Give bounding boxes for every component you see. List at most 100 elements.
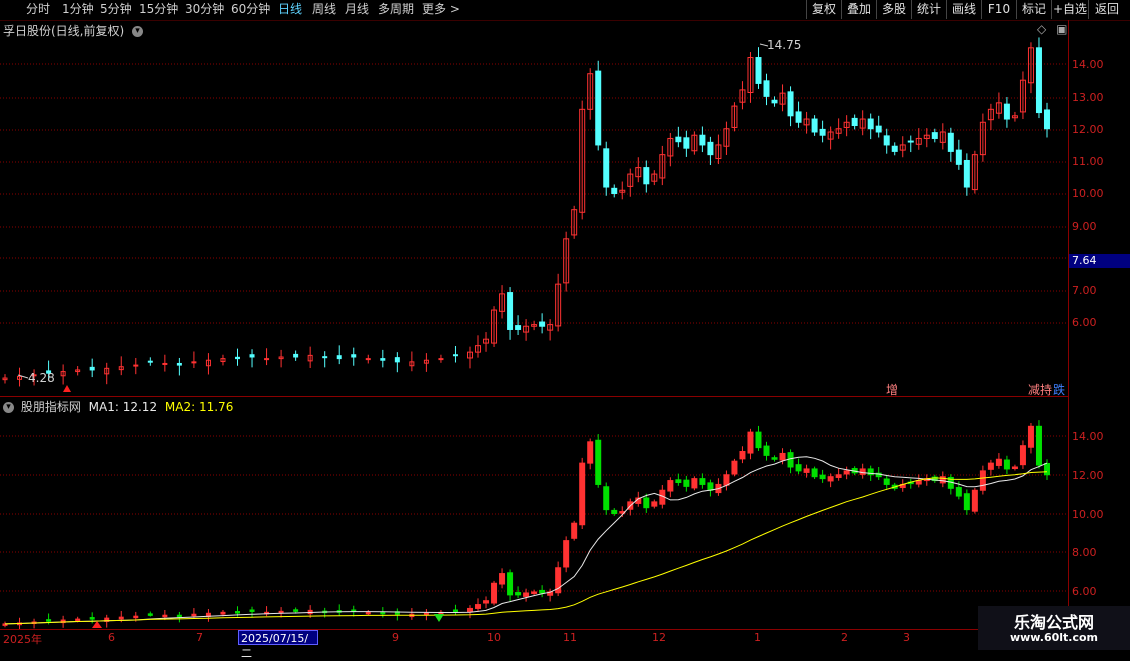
ind-candle-body — [89, 617, 95, 620]
ind-candle-body — [162, 614, 168, 618]
ind-candle-body — [293, 609, 299, 612]
ind-candle-body — [515, 592, 522, 596]
cursor-date-label: 2025/07/15/二 — [238, 630, 318, 660]
candle-body — [595, 70, 602, 146]
ind-candle-body — [1043, 463, 1050, 476]
candle-body — [875, 125, 882, 133]
x-label: 7 — [196, 631, 203, 644]
ind-candle-body — [491, 582, 498, 604]
ind-candle-body — [827, 476, 834, 482]
ind-candle-body — [499, 573, 506, 585]
ind-candle-body — [611, 509, 618, 514]
candle-body — [795, 111, 802, 123]
ind-candle-body — [819, 474, 826, 480]
x-label: 6 — [108, 631, 115, 644]
candle-body — [891, 145, 898, 152]
ind-candle-body — [651, 501, 658, 507]
candle-body — [1035, 47, 1042, 114]
ind-candle-body — [683, 479, 690, 487]
ind-candle-body — [235, 611, 240, 614]
ind-candle-body — [795, 464, 802, 472]
candle-body — [515, 325, 522, 330]
ind-candle-body — [1003, 459, 1010, 470]
ind-candle-body — [191, 613, 197, 617]
candle-body — [811, 118, 818, 133]
sell-arrow-icon — [434, 614, 444, 622]
candle-body — [611, 187, 618, 195]
ind-candle-body — [979, 470, 986, 491]
candle-body — [787, 91, 794, 117]
ind-candle-body — [667, 480, 674, 492]
ind-candle-body — [987, 462, 994, 470]
candle-body — [955, 149, 962, 165]
candle-body — [133, 364, 139, 367]
ind-candle-body — [483, 600, 490, 604]
candle-body — [452, 354, 458, 357]
buy-arrow-icon — [92, 621, 102, 628]
ind-candle-body — [603, 486, 610, 511]
drop-marker: 跌 — [1053, 383, 1066, 397]
ind-candle-body — [571, 522, 578, 539]
increase-marker: 增 — [886, 383, 899, 397]
ind-candle-body — [859, 468, 866, 475]
ind-candle-body — [963, 493, 970, 511]
ind-candle-body — [1011, 466, 1018, 469]
ind-candle-body — [731, 460, 738, 475]
candle-body — [380, 358, 386, 361]
x-label: 2025年 — [3, 633, 42, 646]
ind-candle-body — [1035, 425, 1042, 466]
ind-candle-body — [763, 445, 770, 456]
ind-candle-body — [452, 609, 458, 612]
ind-candle-body — [995, 458, 1002, 466]
candle-body — [162, 362, 168, 365]
candle-body — [365, 358, 371, 361]
candle-body — [394, 357, 400, 363]
signal-arrow-icon — [63, 385, 71, 392]
high-price-label: 14.75 — [767, 38, 802, 52]
ind-candle-body — [531, 591, 538, 594]
ind-candle-body — [707, 482, 714, 491]
reduce-marker: 减持 — [1028, 383, 1053, 397]
ind-candle-body — [579, 462, 586, 526]
ind-candle-body — [955, 487, 962, 497]
candle-body — [851, 117, 858, 127]
candle-body — [763, 80, 770, 97]
ind-candle-body — [699, 478, 706, 485]
kline-chart[interactable] — [0, 0, 1130, 650]
ind-candle-body — [587, 441, 594, 464]
ind-candle-body — [475, 604, 482, 609]
candle-body — [293, 353, 299, 358]
x-label: 11 — [563, 631, 577, 644]
ind-candle-body — [835, 474, 842, 478]
candle-body — [539, 321, 546, 327]
ind-candle-body — [539, 589, 546, 594]
ind-candle-body — [523, 592, 530, 597]
candle-body — [963, 159, 970, 188]
candle-body — [438, 358, 444, 361]
ind-candle-body — [747, 431, 754, 454]
candle-body — [643, 167, 650, 185]
candle-body — [322, 356, 328, 359]
candle-body — [336, 355, 342, 360]
ind-candle-body — [365, 611, 371, 615]
candle-body — [755, 57, 762, 84]
ind-candle-body — [723, 474, 730, 486]
candle-body — [176, 362, 182, 366]
candle-body — [191, 361, 197, 364]
ind-candle-body — [939, 476, 946, 484]
candle-body — [1003, 103, 1010, 120]
watermark-name: 乐淘公式网 — [1013, 613, 1094, 632]
x-label: 10 — [487, 631, 501, 644]
candle-body — [249, 354, 255, 358]
ind-candle-body — [176, 614, 182, 618]
ind-candle-body — [771, 457, 778, 460]
ind-candle-body — [220, 611, 226, 615]
ind-candle-body — [563, 540, 570, 568]
candle-body — [867, 118, 874, 130]
ind-candle-body — [675, 479, 682, 484]
candle-body — [507, 292, 514, 330]
ind-candle-body — [755, 431, 762, 449]
x-label: 12 — [652, 631, 666, 644]
ind-candle-body — [46, 619, 52, 622]
candle-body — [235, 356, 240, 360]
